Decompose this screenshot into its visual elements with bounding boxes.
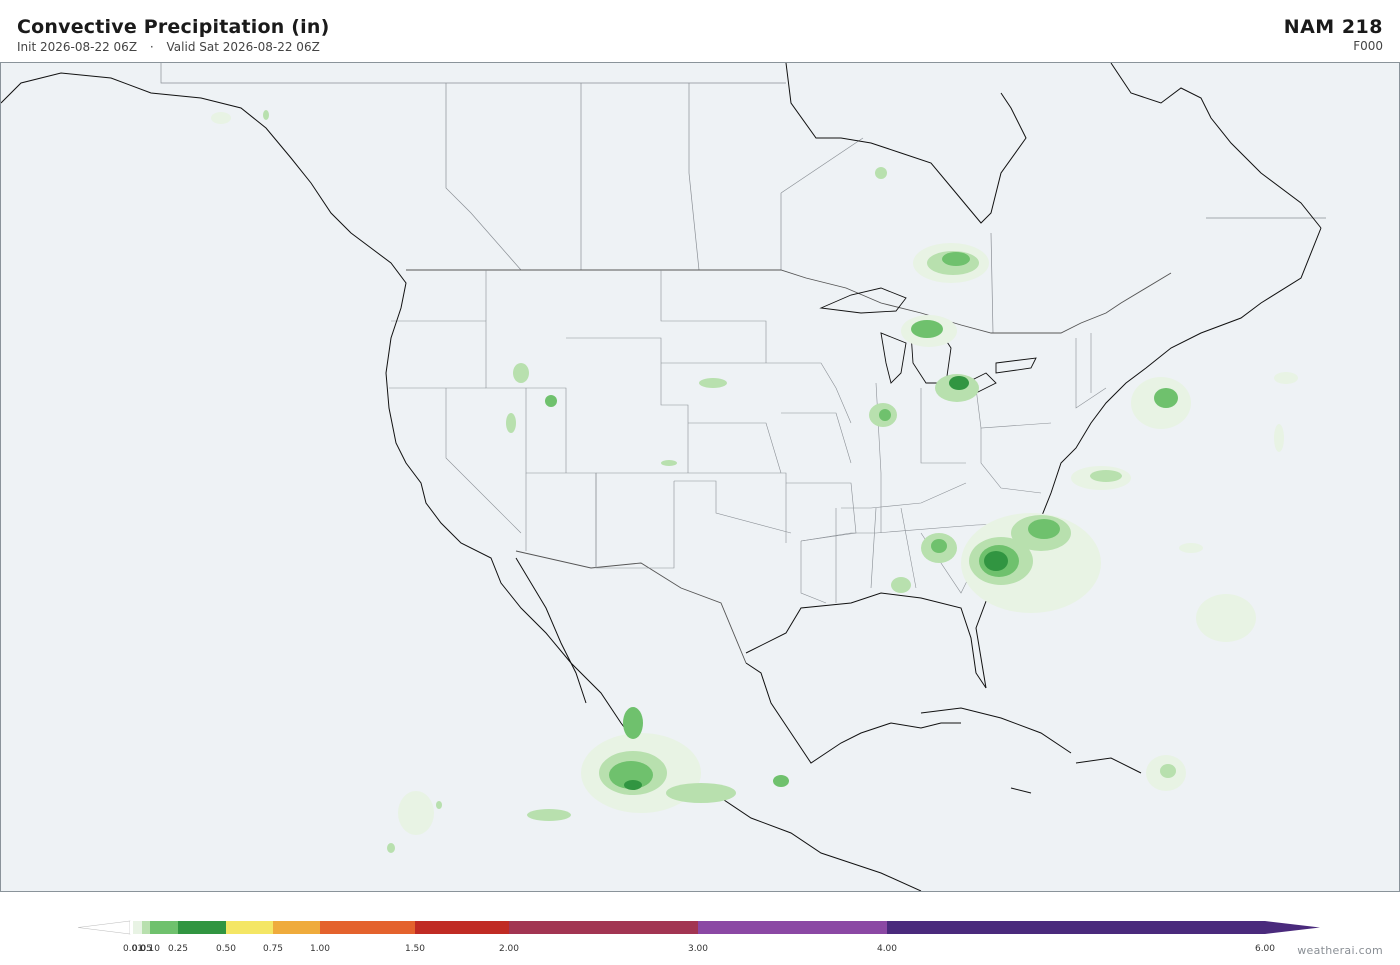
precipitation-field [211, 110, 1298, 853]
forecast-hour: F000 [1353, 39, 1383, 53]
model-name: NAM 218 [1283, 16, 1383, 38]
colorbar: 0.010.050.10 0.25 0.50 0.75 1.00 1.50 2.00 3.00… [77, 920, 1320, 954]
colorbar-tick-label: 3.00 [688, 944, 708, 954]
colorbar-extend-low [77, 920, 131, 935]
valid-time: Valid Sat 2026-08-22 06Z [166, 40, 320, 54]
colorbar-tick-label: 0.75 [263, 944, 283, 954]
colorbar-tick-label: 1.50 [405, 944, 425, 954]
colorbar-bin [178, 921, 226, 934]
colorbar-bin [142, 921, 150, 934]
map-canvas [1, 63, 1326, 891]
colorbar-bin [320, 921, 415, 934]
colorbar-bins [77, 920, 1320, 935]
colorbar-tick-label: 2.00 [499, 944, 519, 954]
colorbar-tick-label: 0.25 [168, 944, 188, 954]
colorbar-bin [509, 921, 698, 934]
init-time: Init 2026-08-22 06Z [17, 40, 138, 54]
colorbar-bin [130, 921, 133, 934]
colorbar-tick-label: 0.50 [216, 944, 236, 954]
colorbar-bin [273, 921, 320, 934]
colorbar-extend-high [1265, 921, 1320, 934]
colorbar-tick-label: 1.00 [310, 944, 330, 954]
subtitle-separator: · [149, 40, 154, 54]
credit-text: weatherai.com [1297, 944, 1383, 957]
colorbar-bin [150, 921, 178, 934]
colorbar-ticks: 0.010.050.10 0.25 0.50 0.75 1.00 1.50 2.00 3.00… [123, 944, 1275, 954]
colorbar-tick-label: 4.00 [877, 944, 897, 954]
colorbar-tick-label: 0.10 [140, 944, 160, 954]
colorbar-bin [887, 921, 1265, 934]
colorbar-tick-label: 6.00 [1255, 944, 1275, 954]
colorbar-bin [698, 921, 887, 934]
precipitation-map [0, 62, 1400, 892]
chart-title: Convective Precipitation (in) [17, 16, 330, 38]
colorbar-bin [415, 921, 509, 934]
colorbar-bin [226, 921, 273, 934]
province-boundaries [160, 63, 1326, 334]
colorbar-bin [133, 921, 142, 934]
run-subtitle: Init 2026-08-22 06Z · Valid Sat 2026-08-… [17, 40, 320, 54]
